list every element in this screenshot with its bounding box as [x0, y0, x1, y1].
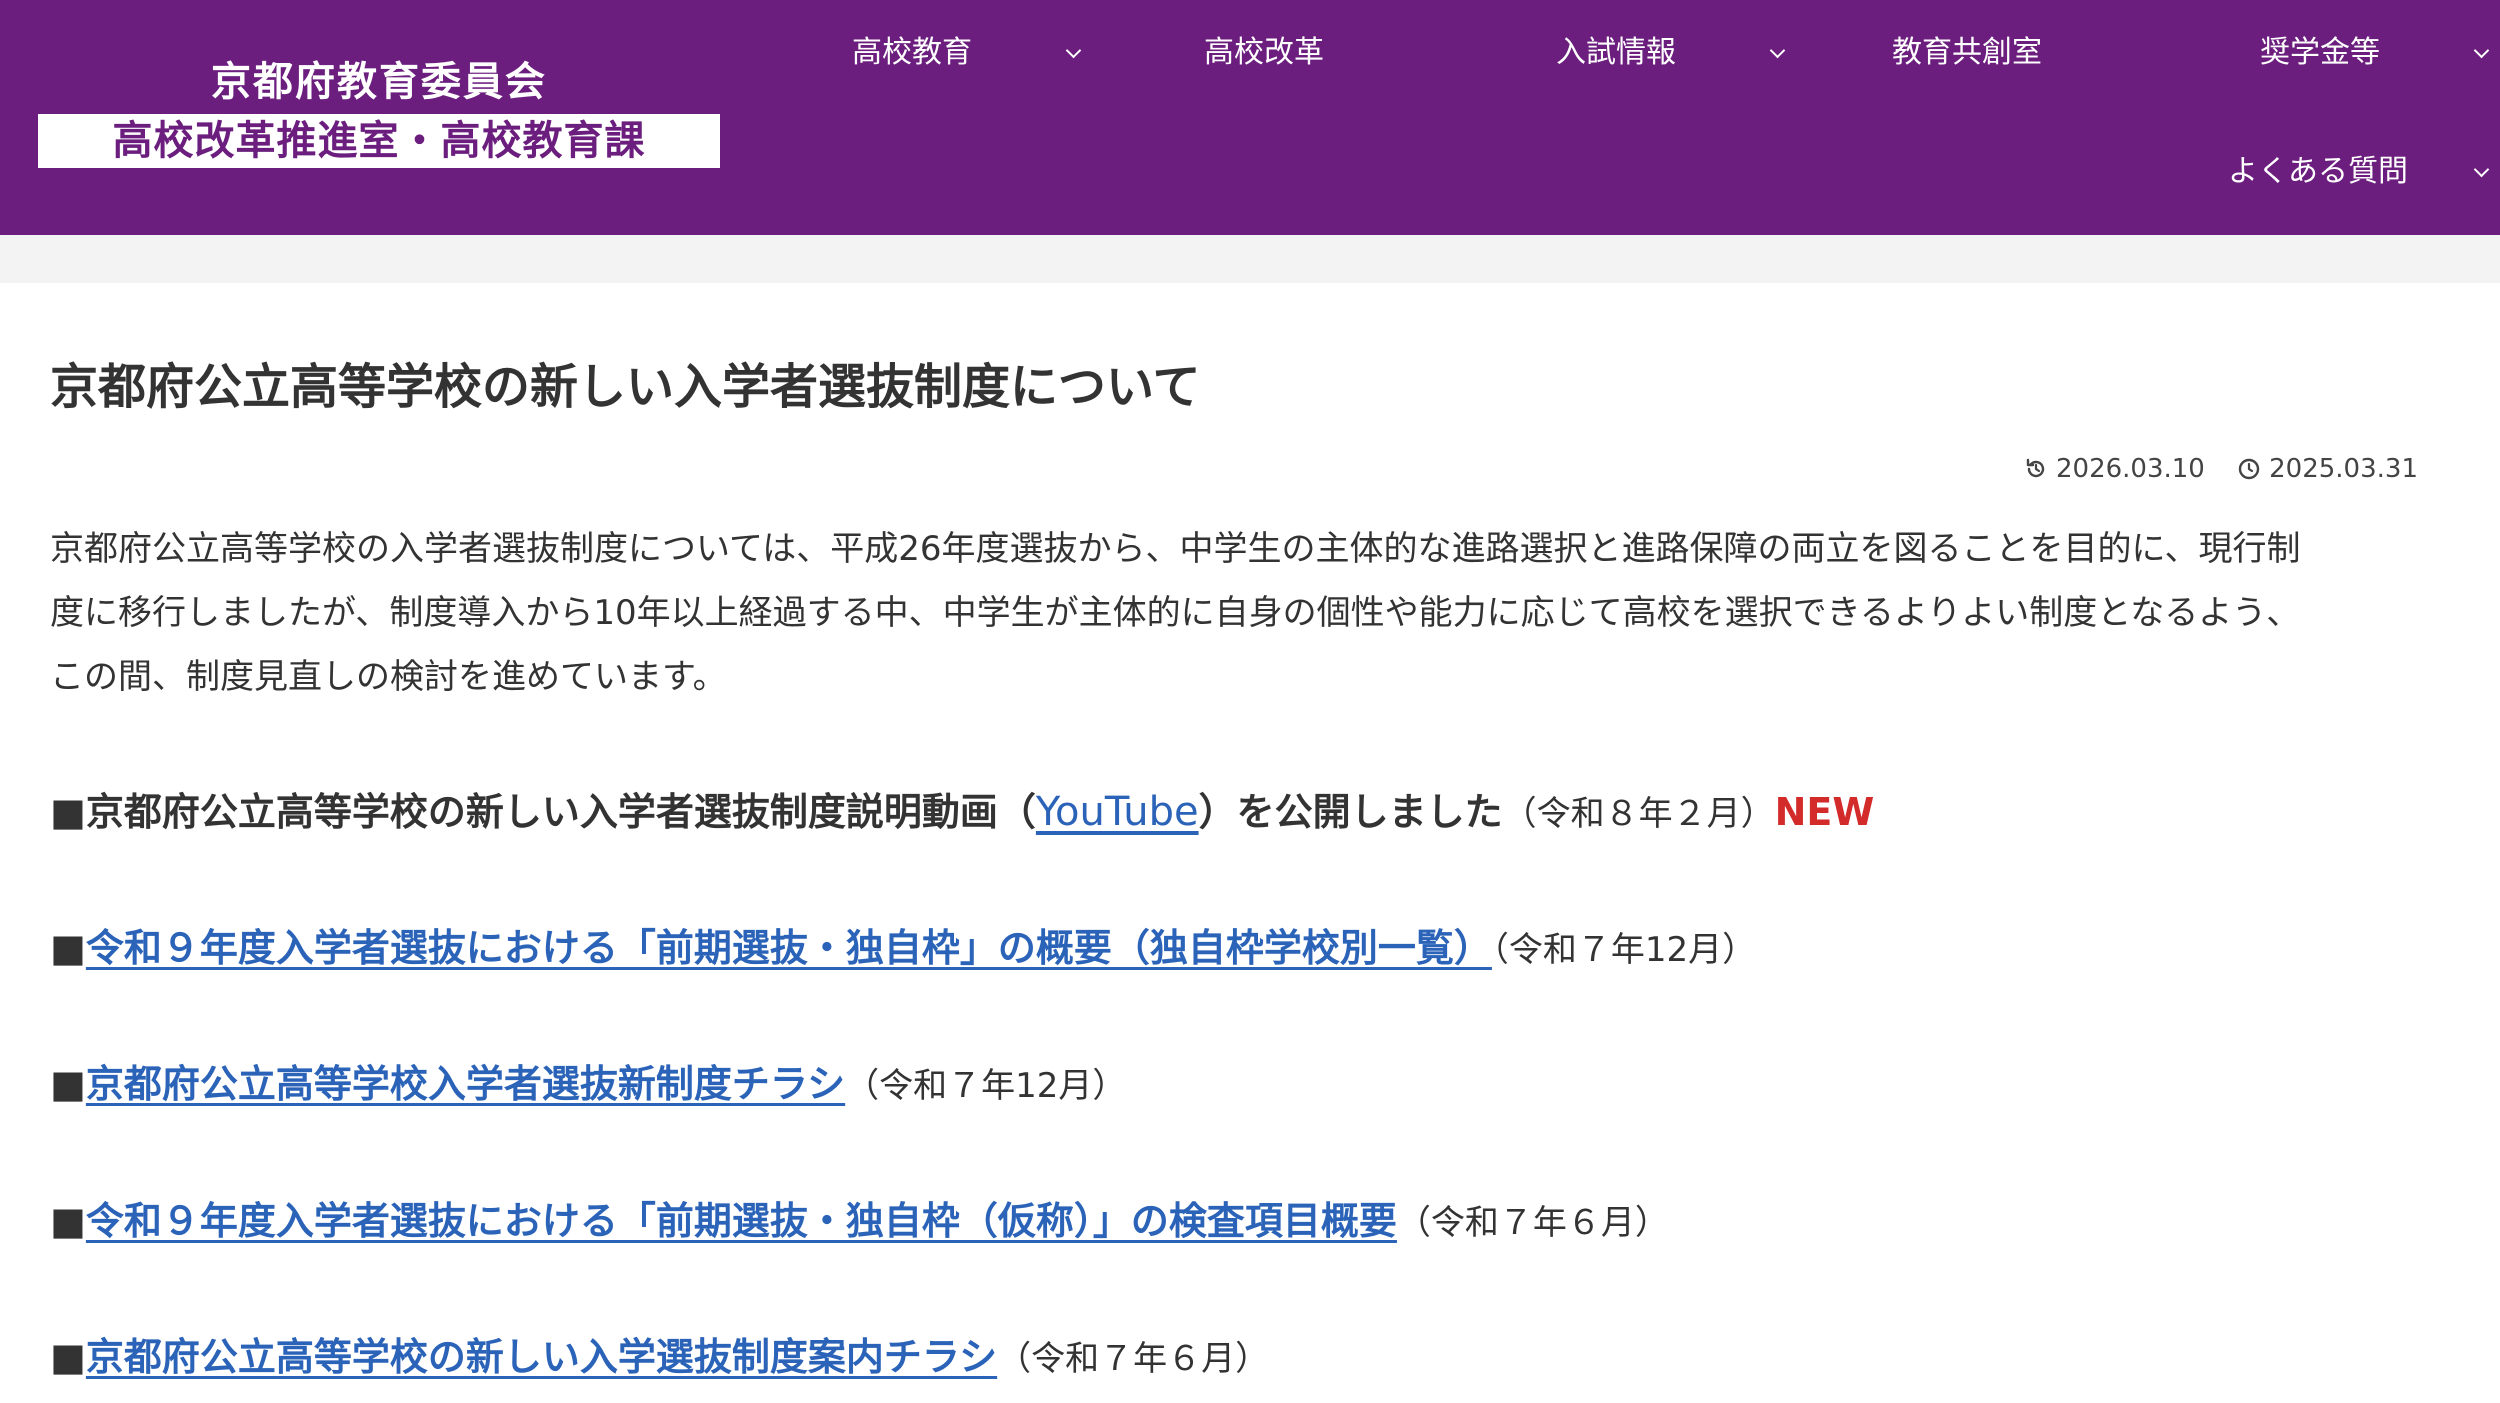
nav-label: 教育共創室: [1892, 35, 2042, 70]
chevron-down-icon[interactable]: [1065, 42, 1082, 59]
nav-item-faq[interactable]: よくある質問: [2228, 142, 2408, 202]
site-header: 京都府教育委員会 高校改革推進室・高校教育課 高校教育 高校改革 入試情報 教育…: [0, 0, 2500, 235]
nav-item-entrance-exam-info[interactable]: 入試情報: [1556, 23, 1676, 83]
nav-label: 高校改革: [1204, 35, 1324, 70]
bullet-square: ■: [50, 1062, 86, 1106]
nav-item-high-school-reform[interactable]: 高校改革: [1204, 23, 1324, 83]
chevron-down-icon[interactable]: [2473, 42, 2490, 59]
nav-item-scholarships[interactable]: 奨学金等: [2260, 23, 2380, 83]
updated-date-text: 2026.03.10: [2055, 454, 2205, 484]
entry-date: （令和７年12月）: [845, 1066, 1127, 1106]
chevron-down-icon[interactable]: [1769, 42, 1786, 59]
outline-link[interactable]: 令和９年度入学者選抜における「前期選抜・独自枠」の概要（独自枠学校別一覧）: [86, 926, 1492, 970]
nav-label: よくある質問: [2228, 154, 2408, 189]
flyer-link[interactable]: 京都府公立高等学校入学者選抜新制度チラシ: [86, 1062, 845, 1106]
news-entry-video: ■京都府公立高等学校の新しい入学者選抜制度説明動画（YouTube）を公開しまし…: [50, 777, 2450, 847]
intro-line: この間、制度見直しの検討を進めています。: [50, 657, 727, 697]
clock-icon: [2238, 458, 2260, 480]
nav-label: 奨学金等: [2260, 35, 2380, 70]
nav-label: 入試情報: [1556, 35, 1676, 70]
entry-date: （令和７年12月）: [1491, 930, 1757, 970]
bullet-square: ■: [50, 1199, 86, 1243]
bullet-square: ■: [50, 926, 86, 970]
published-date: 2025.03.31: [2237, 449, 2418, 489]
updated-date: 2026.03.10: [2024, 449, 2205, 489]
news-entry-outline: ■令和９年度入学者選抜における「前期選抜・独自枠」の概要（独自枠学校別一覧）（令…: [50, 913, 2450, 983]
bullet-square: ■: [50, 790, 86, 834]
chevron-down-icon[interactable]: [2473, 161, 2490, 178]
published-date-text: 2025.03.31: [2269, 454, 2418, 484]
news-entry-flyer: ■京都府公立高等学校入学者選抜新制度チラシ（令和７年12月）: [50, 1049, 2450, 1119]
breadcrumb-band: [0, 235, 2500, 283]
nav-label: 高校教育: [852, 35, 972, 70]
bullet-square: ■: [50, 1335, 86, 1379]
entry-date: （令和７年６月）: [1396, 1203, 1669, 1243]
entry-text: 京都府公立高等学校の新しい入学者選抜制度説明動画（: [85, 790, 1036, 834]
main-nav: 高校教育 高校改革 入試情報 教育共創室 奨学金等 よくある質問: [0, 0, 2500, 235]
exam-items-link[interactable]: 令和９年度入学者選抜における「前期選抜・独自枠（仮称）」の検査項目概要: [86, 1199, 1397, 1243]
intro-paragraph: 京都府公立高等学校の入学者選抜制度については、平成26年度選抜から、中学生の主体…: [50, 517, 2450, 709]
news-entry-guide-flyer: ■京都府公立高等学校の新しい入学選抜制度案内チラシ（令和７年６月）: [50, 1322, 2450, 1392]
entry-date: （令和７年６月）: [997, 1339, 1270, 1379]
nav-item-high-school-education[interactable]: 高校教育: [852, 23, 972, 83]
nav-item-co-creation-office[interactable]: 教育共創室: [1892, 23, 2042, 83]
post-dates: 2026.03.10 2025.03.31: [2000, 449, 2418, 489]
intro-line: 度に移行しましたが、制度導入から10年以上経過する中、中学生が主体的に自身の個性…: [50, 593, 2301, 633]
guide-flyer-link[interactable]: 京都府公立高等学校の新しい入学選抜制度案内チラシ: [86, 1335, 997, 1379]
youtube-link[interactable]: YouTube: [1036, 789, 1199, 835]
news-entry-exam-items: ■令和９年度入学者選抜における「前期選抜・独自枠（仮称）」の検査項目概要（令和７…: [50, 1186, 2450, 1256]
entry-text: ）を公開しました: [1198, 790, 1503, 834]
new-badge: NEW: [1774, 790, 1875, 834]
page-title: 京都府公立高等学校の新しい入学者選抜制度について: [50, 359, 1201, 415]
refresh-icon: [2026, 458, 2045, 478]
intro-line: 京都府公立高等学校の入学者選抜制度については、平成26年度選抜から、中学生の主体…: [50, 529, 2301, 569]
entry-date: （令和８年２月）: [1502, 794, 1775, 834]
